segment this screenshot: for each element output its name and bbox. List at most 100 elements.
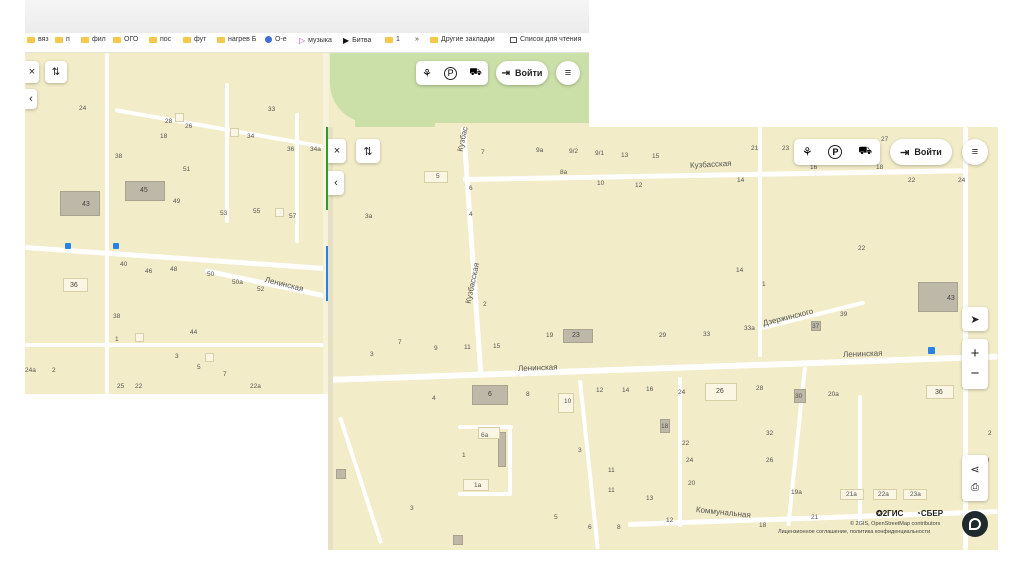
house-number: 2	[988, 430, 992, 437]
zoom-in-button[interactable]: +	[971, 346, 980, 362]
bookmark-item[interactable]: фил	[81, 36, 106, 43]
folder-icon	[430, 36, 438, 43]
parking-icon[interactable]: P	[444, 66, 458, 80]
house-number: 32	[766, 430, 774, 437]
bookmarks-bar: вяз п фил ОГО пос фут нагрев Б О-е ▷ музы…	[25, 33, 589, 53]
other-bookmarks[interactable]: Другие закладки	[430, 36, 495, 43]
folder-icon	[149, 36, 157, 43]
house-number: 26	[716, 388, 724, 395]
map-front[interactable]: 7 9а 9/2 9/1 13 15 21 23 27 5 8а 10 12 1…	[328, 127, 998, 550]
house-number: 22а	[878, 491, 889, 498]
globe-icon	[265, 36, 272, 43]
close-button[interactable]: ×	[25, 61, 39, 83]
house-number: 3	[175, 353, 179, 360]
bookmark-item[interactable]: нагрев Б	[217, 36, 256, 43]
house-number: 6	[588, 524, 592, 531]
house-number: 21а	[846, 491, 857, 498]
bookmarks-overflow-button[interactable]: »	[415, 36, 419, 43]
bookmark-item[interactable]: ОГО	[113, 36, 138, 43]
house-number: 48	[170, 266, 178, 273]
house-number: 55	[253, 208, 261, 215]
house-number: 37	[812, 323, 820, 330]
close-button[interactable]: ×	[328, 139, 346, 163]
road-leninskaya	[328, 353, 998, 383]
chat-button[interactable]	[962, 511, 988, 537]
house-number: 2	[52, 367, 56, 374]
street-label: Кузбасская	[689, 158, 732, 170]
road	[858, 395, 862, 525]
house-number: 51	[183, 166, 191, 173]
house-number: 8	[617, 524, 621, 531]
collapse-panel-button[interactable]: ‹	[25, 89, 37, 109]
road	[678, 377, 682, 527]
house-number: 1	[762, 281, 766, 288]
login-button[interactable]: ⇥ Войти	[496, 61, 548, 85]
building	[230, 128, 239, 137]
house-number: 34	[247, 133, 255, 140]
house-number: 11	[608, 487, 615, 494]
menu-button[interactable]: ≡	[962, 139, 988, 165]
login-icon: ⇥	[501, 67, 510, 79]
brand-2gis: ✪2ГИС	[876, 509, 904, 518]
house-number: 8а	[560, 169, 568, 176]
reading-list[interactable]: Список для чтения	[510, 36, 581, 43]
road	[25, 343, 335, 347]
house-number: 14	[622, 387, 630, 394]
locate-arrow-icon: ➤	[970, 313, 980, 326]
car-icon[interactable]: ⛟	[858, 145, 872, 159]
house-number: 22	[908, 177, 916, 184]
brand-sber: ◔СБЕР	[916, 509, 944, 518]
house-number: 23а	[910, 491, 921, 498]
locate-button[interactable]: ➤	[962, 307, 988, 331]
house-number: 33а	[744, 325, 755, 332]
traffic-icon[interactable]: ⚘	[802, 145, 813, 159]
collapse-panel-button[interactable]: ‹	[328, 171, 344, 195]
copyright[interactable]: © 2GIS, OpenStreetMap contributors	[850, 521, 940, 527]
road	[25, 245, 335, 272]
house-number: 22	[682, 440, 690, 447]
house-number: 49	[173, 198, 181, 205]
house-number: 13	[621, 152, 629, 159]
house-number: 12	[596, 387, 604, 394]
house-number: 4	[469, 211, 473, 218]
bookmark-item[interactable]: ▷ музыка	[299, 36, 332, 45]
car-icon[interactable]: ⛟	[469, 67, 482, 80]
house-number: 21	[811, 514, 819, 521]
bookmark-item[interactable]: О-е	[265, 36, 287, 43]
parking-icon[interactable]: P	[828, 145, 843, 159]
bookmark-item[interactable]: п	[55, 36, 70, 43]
route-icon: ⇅	[51, 66, 61, 78]
zoom-out-button[interactable]: −	[971, 366, 980, 382]
building	[205, 353, 214, 362]
building	[135, 333, 144, 342]
address-bar-fragment[interactable]	[25, 20, 395, 30]
bookmark-item[interactable]: 1	[385, 36, 400, 43]
bookmark-item[interactable]: ▶ Битва	[343, 36, 371, 45]
license-link[interactable]: Лицензионное соглашение, политика конфид…	[778, 529, 930, 535]
login-button[interactable]: ⇥ Войти	[890, 139, 952, 165]
house-number: 45	[140, 187, 148, 194]
road	[295, 113, 299, 243]
house-number: 36	[70, 282, 78, 289]
house-number: 53	[220, 210, 228, 217]
building	[60, 191, 100, 216]
house-number: 25	[117, 383, 125, 390]
share-print-controls: ⋖ ⎙	[962, 455, 988, 501]
house-number: 14	[737, 177, 745, 184]
house-number: 57	[289, 213, 297, 220]
route-button[interactable]: ⇅	[356, 139, 380, 163]
bookmark-item[interactable]: вяз	[27, 36, 49, 43]
house-number: 34а	[310, 146, 321, 153]
print-icon[interactable]: ⎙	[971, 482, 979, 493]
traffic-icon[interactable]: ⚘	[422, 67, 432, 80]
menu-button[interactable]: ≡	[556, 61, 580, 85]
street-label: Дзержинского	[761, 306, 815, 328]
bookmark-item[interactable]: пос	[149, 36, 171, 43]
house-number: 12	[666, 517, 674, 524]
house-number: 5	[197, 364, 201, 371]
house-number: 4	[432, 395, 436, 402]
bookmark-item[interactable]: фут	[183, 36, 206, 43]
route-button[interactable]: ⇅	[45, 61, 67, 83]
house-number: 24	[678, 389, 686, 396]
share-icon[interactable]: ⋖	[970, 463, 979, 476]
